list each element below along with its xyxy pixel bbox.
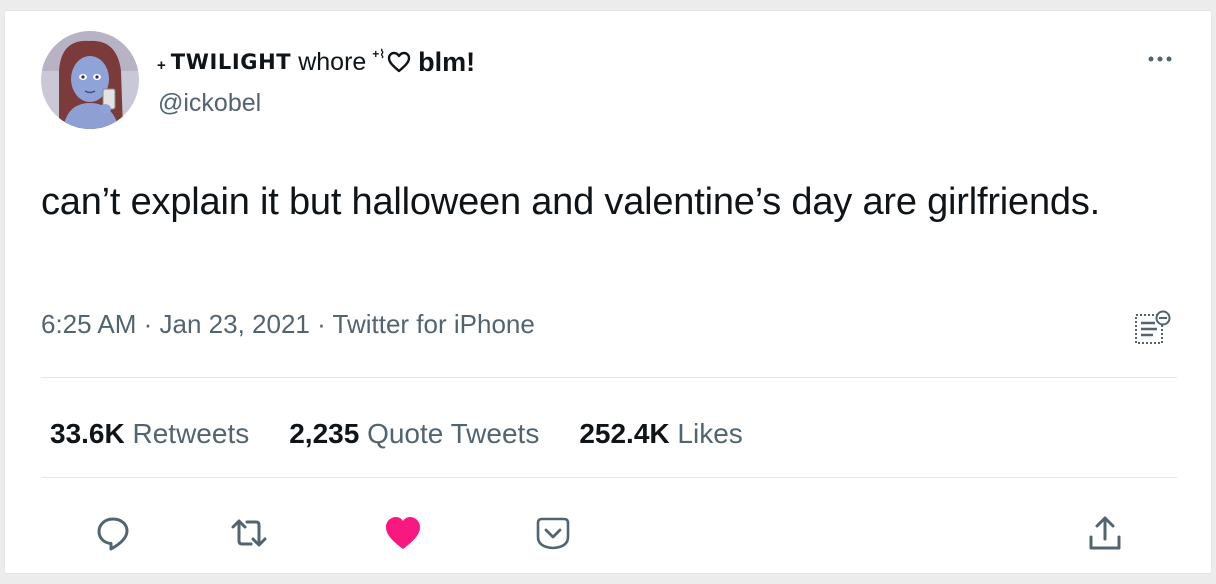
quote-tweets-count: 2,235 xyxy=(289,418,360,449)
tweet-time[interactable]: 6:25 AM xyxy=(41,309,136,339)
display-name-prefix: + xyxy=(157,56,166,74)
user-handle[interactable]: @ickobel xyxy=(158,89,261,118)
display-name-caps: TWILIGHT xyxy=(170,50,292,74)
tweet-date[interactable]: Jan 23, 2021 xyxy=(160,309,310,339)
retweet-icon xyxy=(231,519,267,547)
retweet-button[interactable] xyxy=(229,513,269,553)
share-button[interactable] xyxy=(1085,513,1125,553)
likes-stat[interactable]: 252.4K Likes xyxy=(579,418,742,450)
retweets-label: Retweets xyxy=(132,418,250,449)
meta-separator: · xyxy=(309,309,333,339)
tweet-meta: 6:25 AM · Jan 23, 2021 · Twitter for iPh… xyxy=(41,309,535,340)
like-button[interactable] xyxy=(383,513,423,553)
tweet-card: + TWILIGHT whore +⌇ blm! @ickobel can’t … xyxy=(4,10,1212,574)
meta-separator: · xyxy=(136,309,160,339)
likes-count: 252.4K xyxy=(579,418,670,449)
tip-button[interactable] xyxy=(533,513,573,553)
reply-icon xyxy=(97,517,129,551)
display-name-bold: blm! xyxy=(418,46,476,77)
tweet-text: can’t explain it but halloween and valen… xyxy=(41,181,1101,223)
avatar[interactable] xyxy=(41,31,139,129)
reply-button[interactable] xyxy=(93,513,133,553)
display-name[interactable]: + TWILIGHT whore +⌇ blm! xyxy=(157,45,475,79)
quote-tweets-stat[interactable]: 2,235 Quote Tweets xyxy=(289,418,539,450)
more-options-icon[interactable] xyxy=(1145,49,1175,69)
heart-filled-icon xyxy=(386,517,420,549)
heart-outline-icon xyxy=(387,51,411,73)
likes-label: Likes xyxy=(677,418,743,449)
retweets-stat[interactable]: 33.6K Retweets xyxy=(50,418,249,450)
divider xyxy=(41,377,1177,378)
divider xyxy=(41,477,1177,478)
display-name-sparkle: +⌇ xyxy=(372,47,386,61)
tip-icon xyxy=(536,517,570,550)
profile-avatar-image xyxy=(41,31,139,129)
analytics-icon[interactable] xyxy=(1133,309,1173,347)
tweet-source[interactable]: Twitter for iPhone xyxy=(333,309,535,339)
share-icon xyxy=(1089,516,1121,550)
tweet-stats: 33.6K Retweets 2,235 Quote Tweets 252.4K… xyxy=(50,418,783,450)
quote-tweets-label: Quote Tweets xyxy=(367,418,540,449)
retweets-count: 33.6K xyxy=(50,418,125,449)
display-name-rest: whore xyxy=(298,47,367,76)
